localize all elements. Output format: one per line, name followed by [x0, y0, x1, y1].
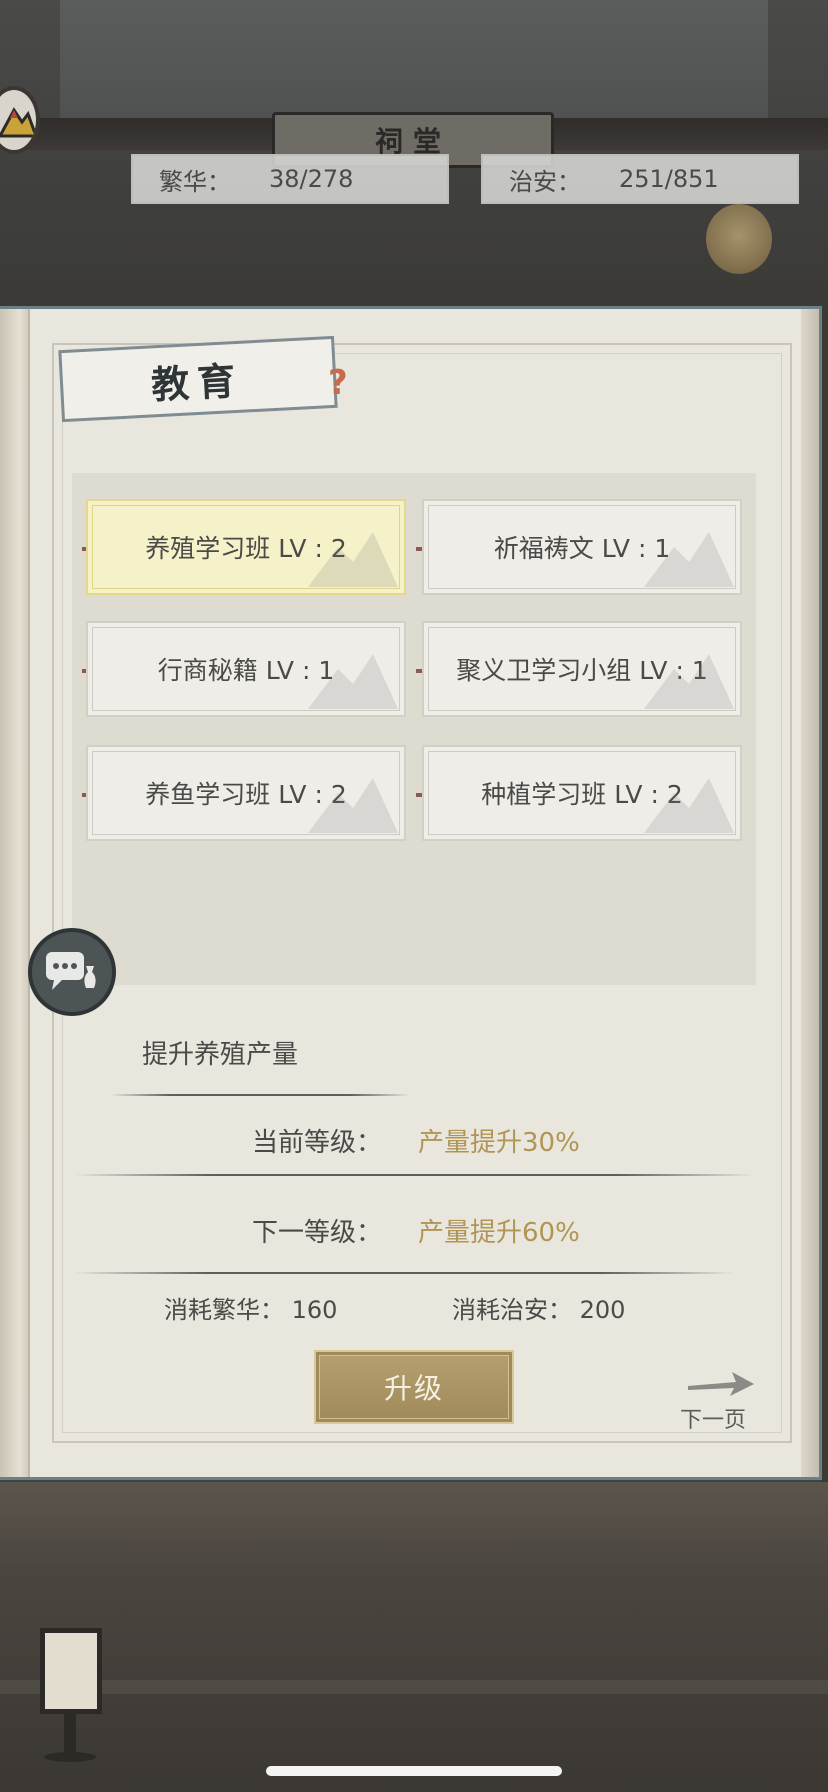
next-level-value: 产量提升60% — [418, 1218, 580, 1248]
divider — [110, 1094, 410, 1096]
prosperity-label: 繁华： — [159, 167, 231, 196]
mountain-avatar-icon — [0, 107, 36, 138]
mountain-decoration-icon — [644, 778, 734, 833]
category-title: 教育 — [58, 335, 338, 423]
upgrade-button[interactable]: 升级 — [314, 1350, 514, 1424]
security-stat: 治安： 251/851 — [481, 154, 799, 204]
cost-security: 消耗治安： 200 — [452, 1296, 626, 1324]
curtain — [60, 0, 768, 120]
skill-card-fishing[interactable]: 养鱼学习班 LV : 2 — [86, 745, 406, 841]
skill-description: 提升养殖产量 — [142, 1040, 299, 1070]
mountain-decoration-icon — [308, 532, 398, 587]
mountain-decoration-icon — [644, 532, 734, 587]
divider — [74, 1174, 754, 1176]
arrow-right-icon — [688, 1372, 754, 1396]
floor-lamp-base — [44, 1752, 96, 1762]
book-edge — [801, 309, 819, 1477]
security-label: 治安： — [509, 167, 581, 196]
security-value: 251/851 — [619, 165, 719, 193]
floor-line — [0, 1680, 828, 1694]
current-level-value: 产量提升30% — [418, 1128, 580, 1158]
current-level-label: 当前等级： — [252, 1128, 383, 1158]
skill-card-prayer[interactable]: 祈福祷文 LV : 1 — [422, 499, 742, 595]
next-level-label: 下一等级： — [252, 1218, 383, 1248]
mountain-decoration-icon — [308, 778, 398, 833]
prosperity-value: 38/278 — [269, 165, 354, 193]
home-indicator[interactable] — [266, 1766, 562, 1776]
mountain-decoration-icon — [308, 654, 398, 709]
divider — [74, 1272, 734, 1274]
floor — [0, 1482, 828, 1792]
floor-lamp — [40, 1628, 102, 1714]
floor-lamp-stand — [64, 1712, 76, 1756]
skill-card-breeding[interactable]: 养殖学习班 LV : 2 — [86, 499, 406, 595]
cost-prosperity: 消耗繁华： 160 — [164, 1296, 338, 1324]
question-knot-icon[interactable]: ? — [328, 363, 348, 403]
prosperity-stat: 繁华： 38/278 — [131, 154, 449, 204]
next-page-label: 下一页 — [680, 1408, 747, 1433]
skill-card-guard[interactable]: 聚义卫学习小组 LV : 1 — [422, 621, 742, 717]
skill-card-trade[interactable]: 行商秘籍 LV : 1 — [86, 621, 406, 717]
mountain-decoration-icon — [644, 654, 734, 709]
skill-card-planting[interactable]: 种植学习班 LV : 2 — [422, 745, 742, 841]
next-page-button[interactable]: 下一页 — [680, 1368, 760, 1433]
book-panel: 教育 ? 养殖学习班 LV : 2 祈福祷文 LV : 1 行商秘籍 LV : … — [0, 306, 822, 1480]
chat-button[interactable] — [28, 928, 116, 1016]
chat-bubble-icon — [46, 952, 96, 990]
lantern — [706, 204, 772, 274]
book-spine — [0, 309, 30, 1477]
